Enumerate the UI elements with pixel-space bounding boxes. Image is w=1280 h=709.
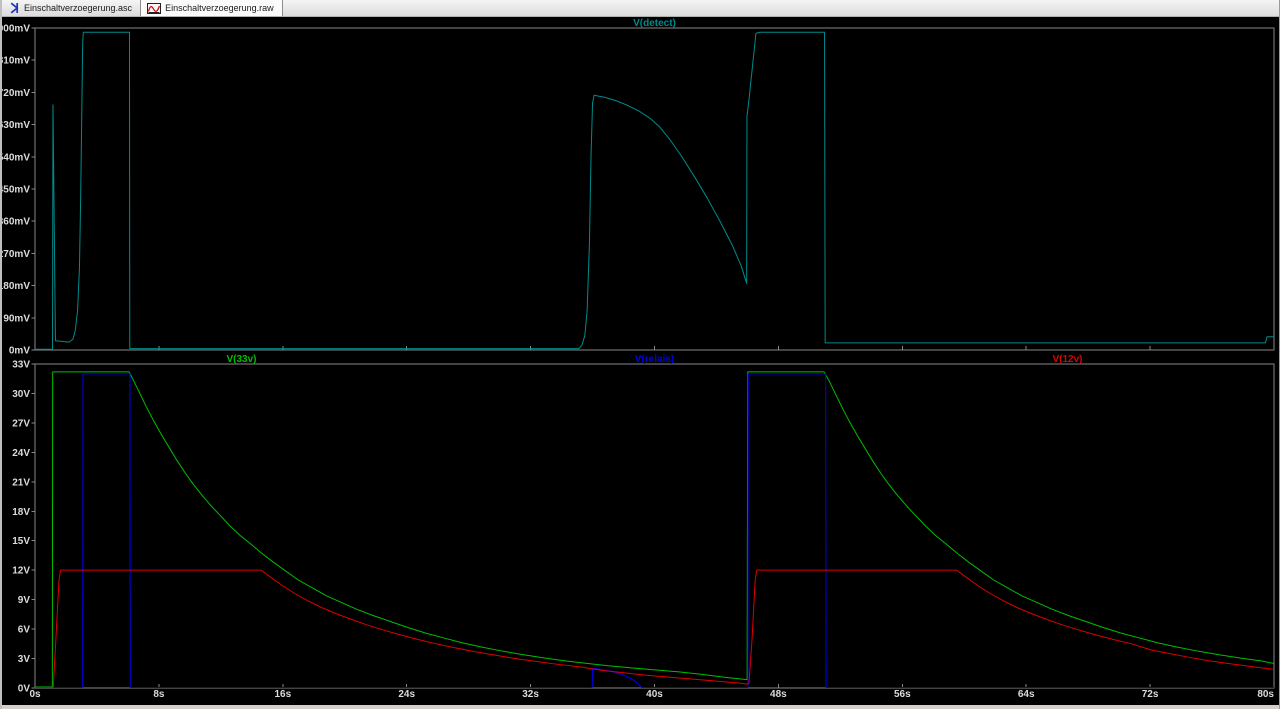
y-tick-label: 0V [18,684,31,695]
x-tick-label: 64s [1018,689,1035,700]
tab-bar: Einschaltverzoegerung.asc Einschaltverzo… [2,0,1279,17]
y-tick-label: 6V [18,625,31,636]
y-tick-label: 3V [18,654,31,665]
y-tick-label: 810mV [2,56,30,67]
y-tick-label: 30V [12,389,30,400]
x-tick-label: 8s [153,689,165,700]
x-tick-label: 40s [646,689,663,700]
y-tick-label: 24V [12,448,30,459]
x-tick-label: 32s [522,689,539,700]
x-tick-label: 72s [1142,689,1159,700]
window-bottom-border [2,705,1279,709]
y-tick-label: 450mV [2,185,30,196]
trace-V(relais) [35,374,1274,688]
trace-label-V(relais)[interactable]: V(relais) [635,354,674,365]
y-tick-label: 33V [12,360,30,371]
x-tick-label: 16s [274,689,291,700]
pane-border [35,364,1274,688]
y-tick-label: 27V [12,418,30,429]
ltspice-window: Einschaltverzoegerung.asc Einschaltverzo… [0,0,1280,709]
trace-V(33v) [35,372,1274,687]
x-tick-label: 48s [770,689,787,700]
trace-label-V(33v)[interactable]: V(33v) [226,354,256,365]
y-tick-label: 21V [12,477,30,488]
y-tick-label: 720mV [2,88,30,99]
tab-label: Einschaltverzoegerung.raw [165,3,274,13]
waveform-plot-area[interactable]: 900mV 810mV 720mV 630mV 540mV 450mV 360mV 270mV… [2,17,1280,705]
tab-schematic-asc[interactable]: Einschaltverzoegerung.asc [2,0,140,16]
pane-border [35,28,1274,350]
x-tick-label: 24s [398,689,415,700]
waveform-icon [147,3,161,14]
y-tick-label: 0mV [9,346,30,357]
x-tick-label: 0s [29,689,41,700]
y-tick-label: 540mV [2,152,30,163]
pane-1[interactable]: 33V 30V 27V 24V 21V 18V 15V 12V 9V 6V 3V 0V0s 8s 16s 2… [12,354,1274,700]
tab-waveform-raw[interactable]: Einschaltverzoegerung.raw [140,0,283,16]
x-tick-label: 80s [1257,689,1274,700]
tab-label: Einschaltverzoegerung.asc [24,3,132,13]
trace-label-V(detect)[interactable]: V(detect) [633,18,676,29]
y-tick-label: 15V [12,536,30,547]
pane-0[interactable]: 900mV 810mV 720mV 630mV 540mV 450mV 360mV 270mV… [2,18,1274,357]
y-tick-label: 90mV [3,313,30,324]
y-tick-label: 12V [12,566,30,577]
x-tick-label: 56s [894,689,911,700]
trace-label-V(12v)[interactable]: V(12v) [1052,354,1082,365]
y-tick-label: 360mV [2,217,30,228]
y-tick-label: 270mV [2,249,30,260]
y-tick-label: 180mV [2,281,30,292]
y-tick-label: 630mV [2,120,30,131]
y-tick-label: 900mV [2,24,30,35]
trace-V(detect) [35,32,1274,349]
y-tick-label: 9V [18,595,31,606]
y-tick-label: 18V [12,507,30,518]
schematic-icon [8,2,20,14]
